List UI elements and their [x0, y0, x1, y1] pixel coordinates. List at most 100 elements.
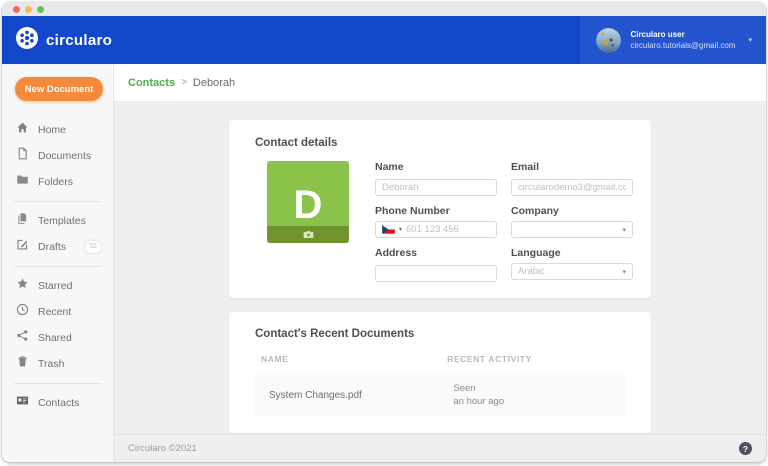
sidebar-item-label: Drafts — [38, 241, 66, 253]
user-name: Circularo user — [630, 30, 735, 39]
sidebar-item-documents[interactable]: Documents — [2, 143, 113, 169]
app-logo[interactable]: circularo — [15, 26, 112, 55]
window-close-button[interactable] — [13, 6, 20, 13]
home-icon — [16, 121, 29, 139]
sidebar-item-trash[interactable]: Trash — [2, 351, 113, 377]
activity-status: Seen — [453, 383, 475, 394]
chevron-down-icon: ▾ — [622, 226, 626, 234]
contact-details-title: Contact details — [255, 137, 625, 149]
drafts-icon — [16, 238, 29, 256]
window-titlebar — [2, 2, 766, 16]
help-button[interactable]: ? — [739, 442, 752, 455]
language-value: Arabic — [518, 266, 618, 277]
activity-time: an hour ago — [453, 396, 504, 407]
drafts-count-badge: 32 — [85, 241, 101, 253]
sidebar-item-templates[interactable]: Templates — [2, 208, 113, 234]
folder-icon — [16, 173, 29, 191]
company-select[interactable]: ▾ — [511, 221, 633, 238]
address-label: Address — [375, 247, 497, 259]
app-header: circularo — [2, 16, 766, 64]
contact-avatar[interactable]: D — [267, 161, 349, 243]
sidebar-item-starred[interactable]: Starred — [2, 273, 113, 299]
templates-icon — [16, 212, 29, 230]
field-company: Company ▾ — [511, 205, 633, 238]
table-row[interactable]: System Changes.pdf Seen an hour ago — [255, 373, 625, 417]
sidebar-item-shared[interactable]: Shared — [2, 325, 113, 351]
star-icon — [16, 277, 29, 295]
document-icon — [16, 147, 29, 165]
company-label: Company — [511, 205, 633, 217]
sidebar-divider — [14, 201, 101, 202]
user-menu[interactable]: Circularo user circularo.tutorials@gmail… — [580, 16, 766, 64]
sidebar-item-label: Starred — [38, 280, 72, 292]
sidebar-item-label: Home — [38, 124, 66, 136]
field-name: Name — [375, 161, 497, 196]
email-label: Email — [511, 161, 633, 173]
sidebar-divider — [14, 266, 101, 267]
document-activity: Seen an hour ago — [447, 382, 625, 409]
recent-documents-title: Contact's Recent Documents — [255, 328, 625, 340]
camera-icon — [303, 230, 314, 239]
clock-icon — [16, 303, 29, 321]
sidebar: New Document Home Documents Folders — [2, 64, 114, 462]
language-label: Language — [511, 247, 633, 259]
breadcrumb-separator: > — [181, 77, 187, 88]
footer: Circularo ©2021 ? — [114, 434, 766, 462]
language-select[interactable]: Arabic ▾ — [511, 263, 633, 280]
field-phone: Phone Number — [375, 205, 497, 238]
document-name[interactable]: System Changes.pdf — [255, 390, 447, 401]
breadcrumb: Contacts > Deborah — [114, 64, 766, 102]
phone-label: Phone Number — [375, 205, 497, 217]
sidebar-item-label: Trash — [38, 358, 64, 370]
table-header: NAME RECENT ACTIVITY — [255, 354, 625, 364]
window-minimize-button[interactable] — [25, 6, 32, 13]
field-language: Language Arabic ▾ — [511, 247, 633, 282]
chevron-down-icon: ▾ — [622, 268, 626, 276]
name-input[interactable] — [375, 179, 497, 196]
user-avatar — [596, 28, 621, 53]
czech-flag-icon[interactable] — [382, 221, 395, 239]
sidebar-item-folders[interactable]: Folders — [2, 169, 113, 195]
contact-fields: Name Email Phone Number — [375, 161, 633, 282]
share-icon — [16, 329, 29, 347]
sidebar-item-label: Folders — [38, 176, 73, 188]
sidebar-item-home[interactable]: Home — [2, 117, 113, 143]
circularo-logo-icon — [15, 26, 39, 55]
field-email: Email — [511, 161, 633, 196]
phone-value: 601 123 456 — [406, 224, 490, 235]
contact-avatar-letter: D — [267, 185, 349, 225]
sidebar-item-label: Recent — [38, 306, 71, 318]
column-header-name: NAME — [261, 354, 447, 364]
sidebar-item-label: Documents — [38, 150, 91, 162]
sidebar-nav: Home Documents Folders Templates — [2, 117, 113, 416]
copyright-text: Circularo ©2021 — [128, 443, 197, 454]
sidebar-item-label: Shared — [38, 332, 72, 344]
user-email: circularo.tutorials@gmail.com — [630, 41, 735, 50]
avatar-upload-button[interactable] — [267, 226, 349, 243]
country-code-caret-icon: ▾ — [399, 226, 402, 233]
field-address: Address — [375, 247, 497, 282]
breadcrumb-current-page: Deborah — [193, 77, 235, 89]
sidebar-item-label: Contacts — [38, 397, 79, 409]
new-document-button[interactable]: New Document — [15, 77, 103, 101]
name-label: Name — [375, 161, 497, 173]
recent-documents-card: Contact's Recent Documents NAME RECENT A… — [229, 312, 651, 433]
address-input[interactable] — [375, 265, 497, 282]
app-window: circularo — [2, 2, 766, 462]
app-logo-text: circularo — [46, 32, 112, 49]
user-info: Circularo user circularo.tutorials@gmail… — [630, 30, 735, 50]
trash-icon — [16, 355, 29, 373]
window-maximize-button[interactable] — [37, 6, 44, 13]
email-field[interactable] — [511, 179, 633, 196]
breadcrumb-contacts-link[interactable]: Contacts — [128, 77, 175, 89]
sidebar-item-label: Templates — [38, 215, 86, 227]
contact-details-card: Contact details D — [229, 120, 651, 298]
sidebar-item-recent[interactable]: Recent — [2, 299, 113, 325]
chevron-down-icon: ▾ — [748, 36, 752, 44]
content-area: Contact details D — [114, 102, 766, 434]
sidebar-item-drafts[interactable]: Drafts 32 — [2, 234, 113, 260]
main-area: Contacts > Deborah Contact details D — [114, 64, 766, 462]
phone-input[interactable]: ▾ 601 123 456 — [375, 221, 497, 238]
sidebar-item-contacts[interactable]: Contacts — [2, 390, 113, 416]
contacts-icon — [16, 394, 29, 412]
